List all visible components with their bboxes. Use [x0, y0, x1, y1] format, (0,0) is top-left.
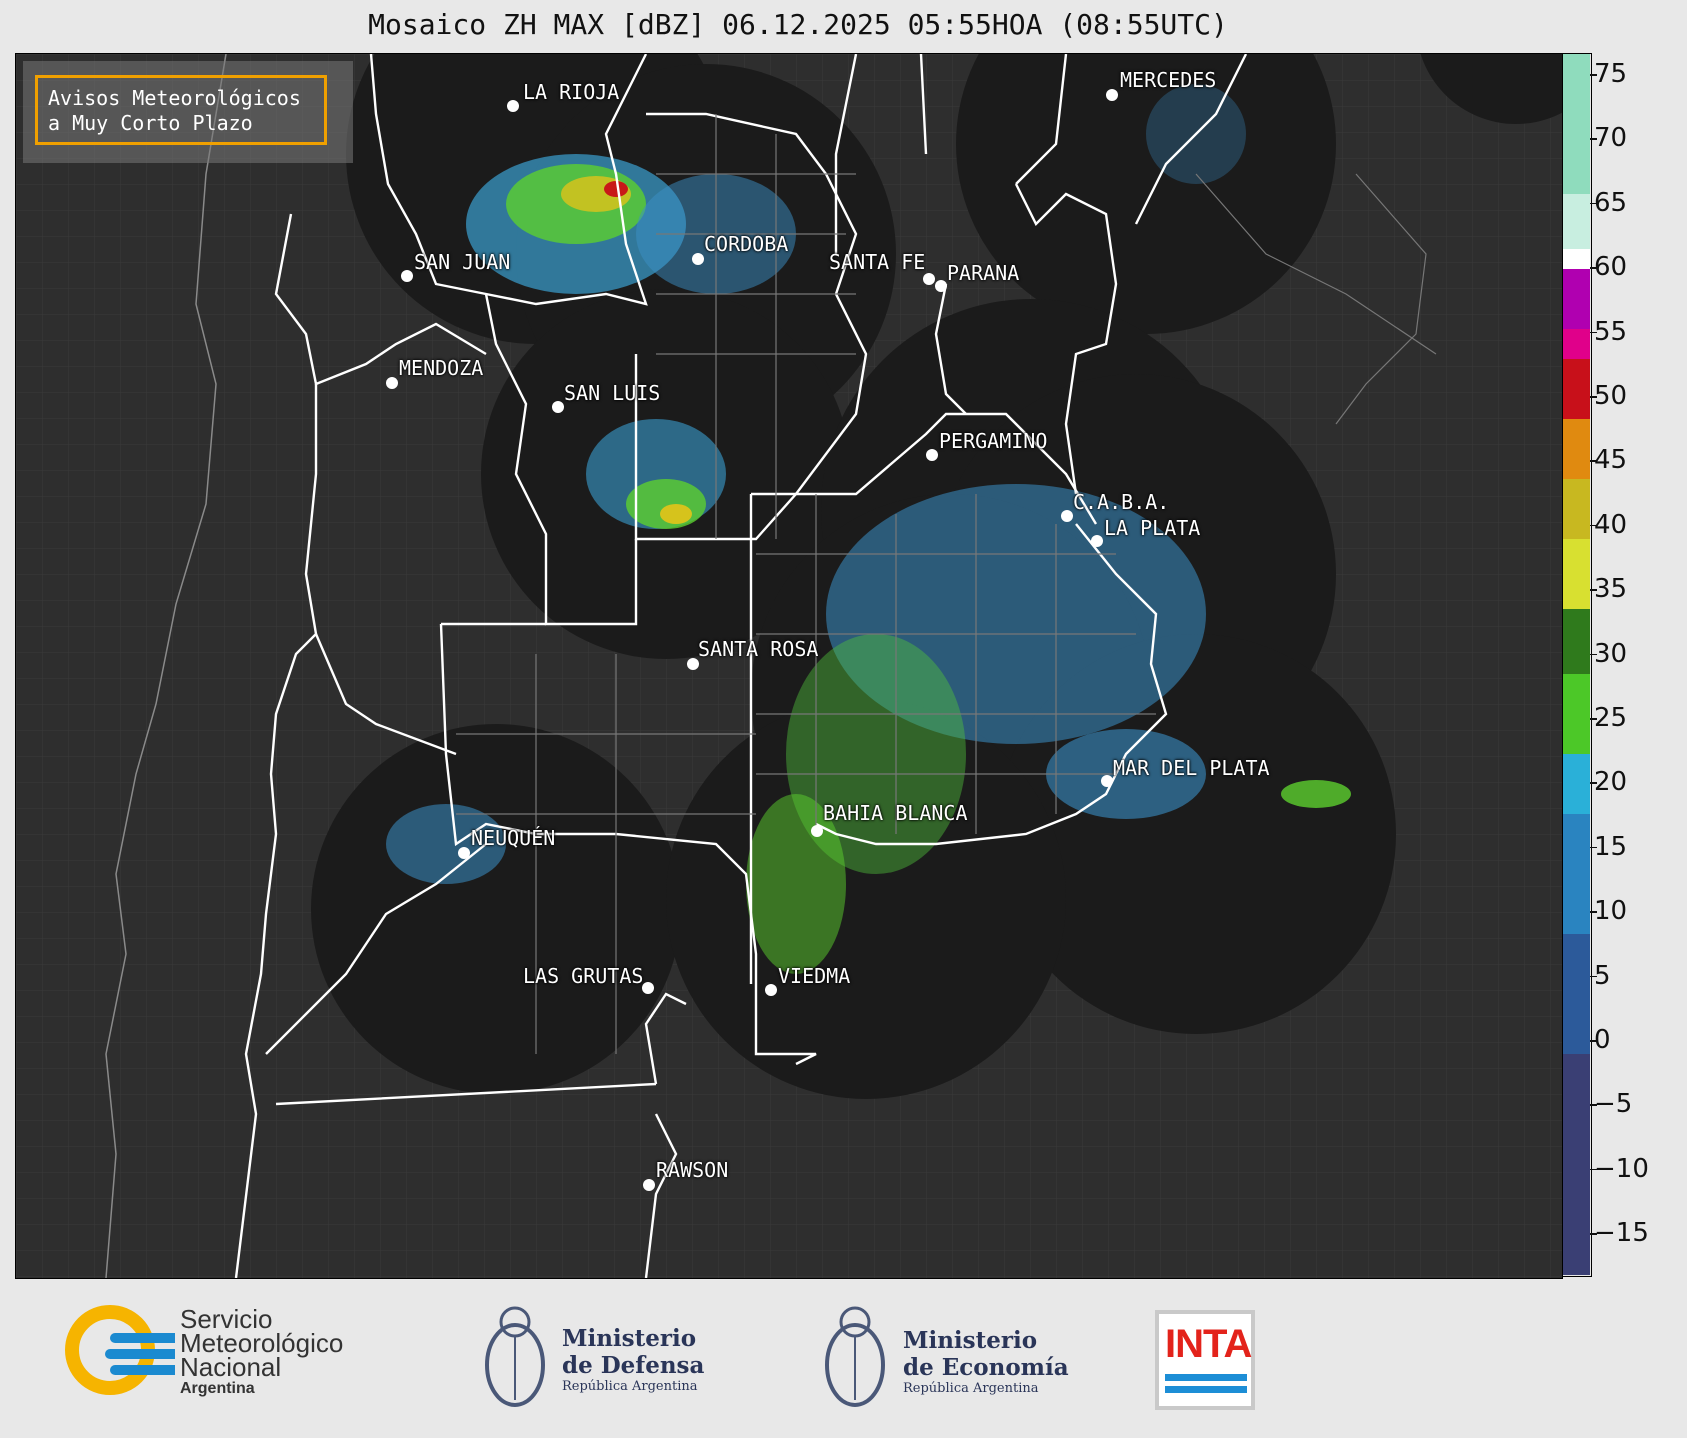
city-label-neuquen: NEUQUÉN [471, 826, 556, 850]
colorbar-tick-label: 55 [1589, 316, 1628, 347]
city-dot-san-luis [552, 401, 564, 413]
defensa-logo-text: Ministerio de Defensa República Argentin… [562, 1325, 704, 1394]
colorbar-tick-label: 15 [1589, 831, 1628, 862]
economia-line1: Ministerio [903, 1327, 1038, 1354]
colorbar-tick-label: −5 [1589, 1089, 1633, 1120]
colorbar-tick-label: 70 [1589, 123, 1628, 154]
map-title: Mosaico ZH MAX [dBZ] 06.12.2025 05:55HOA… [368, 8, 1228, 41]
economia-line2: de Economía [903, 1354, 1069, 1381]
colorbar-gradient [1563, 54, 1590, 1275]
city-dot-viedma [765, 984, 777, 996]
city-dot-caba [1061, 510, 1073, 522]
city-dot-la-rioja [507, 100, 519, 112]
city-dot-mercedes [1106, 89, 1118, 101]
city-label-viedma: VIEDMA [778, 964, 851, 988]
city-label-mendoza: MENDOZA [399, 356, 484, 380]
economia-logo-text: Ministerio de Economía República Argenti… [903, 1327, 1069, 1396]
smn-logo-text: Servicio Meteorológico Nacional Argentin… [180, 1306, 343, 1399]
city-dot-mendoza [386, 377, 398, 389]
defensa-escudo-icon [485, 1306, 545, 1407]
city-label-las-grutas: LAS GRUTAS [523, 964, 644, 988]
inta-logo-text: INTA [1165, 1322, 1252, 1366]
colorbar-tick-label: 75 [1589, 59, 1628, 89]
city-dot-rawson [643, 1179, 655, 1191]
smn-logo-icon [65, 1305, 175, 1395]
city-label-bahia-blanca: BAHIA BLANCA [823, 801, 968, 825]
colorbar-tick-label: 40 [1589, 509, 1628, 540]
city-label-santa-fe: SANTA FE [829, 250, 926, 274]
city-dot-bahia-blanca [811, 825, 823, 837]
colorbar-tick-label: 30 [1589, 638, 1628, 669]
city-dot-neuquen [458, 847, 470, 859]
smn-line3: Nacional [180, 1352, 282, 1382]
city-label-parana: PARANA [947, 261, 1020, 285]
radar-map[interactable]: Avisos Meteorológicos a Muy Corto Plazo … [15, 53, 1563, 1279]
avisos-panel[interactable]: Avisos Meteorológicos a Muy Corto Plazo [23, 61, 353, 163]
city-dot-mar-del-plata [1101, 775, 1113, 787]
colorbar-tick-label: 10 [1589, 896, 1628, 927]
colorbar-tick-label: 50 [1589, 381, 1628, 411]
colorbar-tick-label: 5 [1590, 960, 1611, 991]
city-label-la-rioja: LA RIOJA [523, 80, 620, 104]
inta-stripe-2 [1165, 1386, 1247, 1393]
dbz-colorbar [1562, 53, 1592, 1277]
defensa-line3: República Argentina [562, 1379, 698, 1394]
map-canvas [16, 54, 1562, 1278]
inta-stripe-1 [1165, 1374, 1247, 1381]
colorbar-tick-label: 35 [1589, 574, 1628, 605]
city-label-mar-del-plata: MAR DEL PLATA [1113, 756, 1270, 780]
city-dot-cordoba [692, 253, 704, 265]
colorbar-tick-label: 60 [1589, 252, 1628, 283]
city-label-santa-rosa: SANTA ROSA [698, 637, 819, 661]
colorbar-tick-label: 20 [1589, 767, 1628, 798]
city-label-pergamino: PERGAMINO [939, 429, 1048, 453]
radar-circle-neuquen [311, 724, 681, 1094]
city-dot-pergamino [926, 449, 938, 461]
economia-escudo-icon [825, 1306, 885, 1407]
city-label-la-plata: LA PLATA [1104, 516, 1201, 540]
city-dot-las-grutas [642, 982, 654, 994]
colorbar-tick-label: 45 [1589, 445, 1628, 476]
city-label-rawson: RAWSON [656, 1158, 729, 1182]
colorbar-tick-label: −10 [1590, 1153, 1649, 1184]
city-dot-santa-fe [923, 273, 935, 285]
city-dot-parana [935, 280, 947, 292]
city-label-san-luis: SAN LUIS [564, 381, 661, 405]
colorbar-tick-label: 0 [1590, 1025, 1611, 1055]
city-label-cordoba: CORDOBA [704, 232, 789, 256]
smn-line4: Argentina [180, 1380, 255, 1397]
colorbar-tick-label: 65 [1589, 187, 1628, 218]
defensa-line1: Ministerio [562, 1325, 697, 1352]
city-label-san-juan: SAN JUAN [414, 250, 511, 274]
avisos-line1: Avisos Meteorológicos [48, 86, 301, 110]
colorbar-tick-label: −15 [1590, 1218, 1649, 1249]
economia-line3: República Argentina [903, 1381, 1039, 1396]
city-label-caba: C.A.B.A. [1073, 490, 1170, 514]
avisos-link[interactable]: Avisos Meteorológicos a Muy Corto Plazo [35, 75, 327, 145]
inta-logo: INTA [1155, 1310, 1255, 1410]
city-label-mercedes: MERCEDES [1120, 68, 1217, 92]
city-dot-san-juan [401, 270, 413, 282]
colorbar-tick-label: 25 [1589, 703, 1628, 733]
avisos-line2: a Muy Corto Plazo [48, 111, 253, 135]
footer-logos: Servicio Meteorológico Nacional Argentin… [0, 1285, 1687, 1438]
city-dot-la-plata [1091, 535, 1103, 547]
defensa-line2: de Defensa [562, 1352, 705, 1379]
